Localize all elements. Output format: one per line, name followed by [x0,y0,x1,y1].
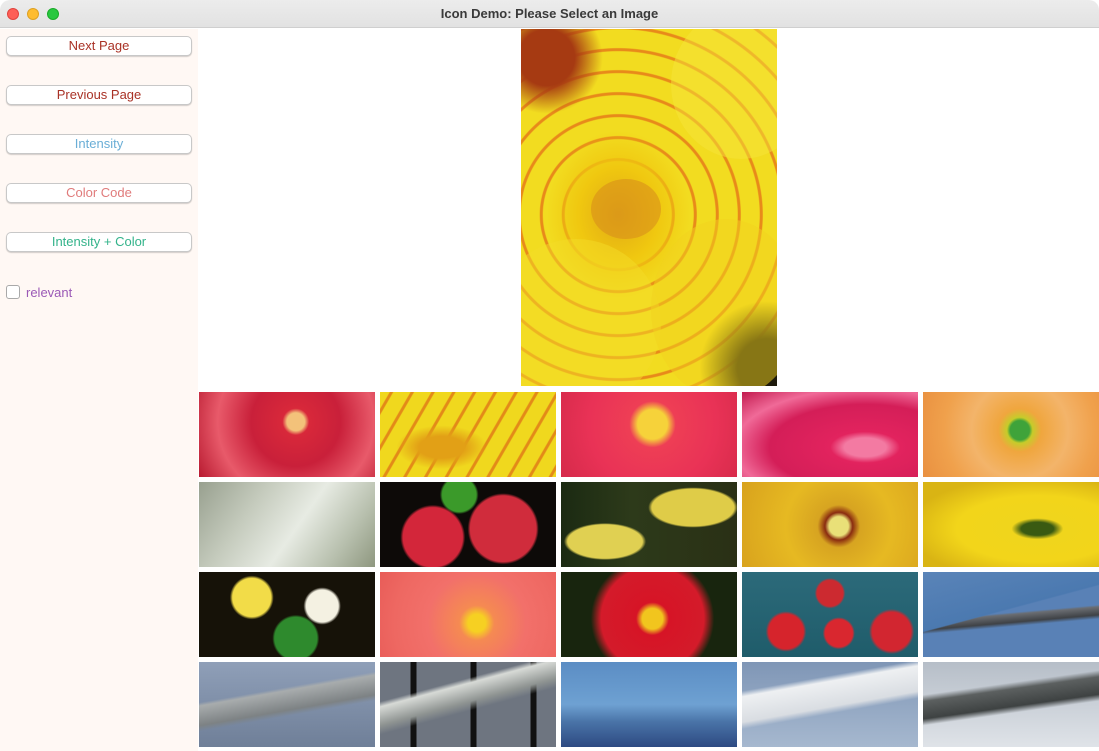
yellow-petals-image[interactable] [923,482,1099,567]
snowbird-plane-image[interactable] [742,662,918,747]
relevant-checkbox-row[interactable]: relevant [6,284,72,300]
window-title: Icon Demo: Please Select an Image [440,6,659,21]
jet-takeoff-image[interactable] [561,662,737,747]
white-flower-image[interactable] [199,482,375,567]
previous-page-button[interactable]: Previous Page [6,85,192,105]
yellow-canna-flower-image [521,29,777,386]
strawberries-image[interactable] [742,572,918,657]
yellow-white-flowers-image[interactable] [199,572,375,657]
sidebar: Next Page Previous Page Intensity Color … [0,29,198,751]
red-hibiscus-image[interactable] [199,392,375,477]
pink-flower-stamen-image[interactable] [561,392,737,477]
p51-mustang-image[interactable] [199,662,375,747]
yellow-flower-stamen-image[interactable] [742,482,918,567]
relevant-checkbox[interactable] [6,285,20,299]
spitfire-image[interactable] [923,662,1099,747]
radishes-image[interactable] [380,482,556,567]
p47-thunderbolt-image[interactable] [380,662,556,747]
thumbnail-grid [199,392,1099,751]
pink-petals-image[interactable] [742,392,918,477]
intensity-color-button[interactable]: Intensity + Color [6,232,192,252]
intensity-button[interactable]: Intensity [6,134,192,154]
jet-fighter-image[interactable] [923,572,1099,657]
yellow-buds-image[interactable] [561,482,737,567]
relevant-label: relevant [26,284,73,300]
red-primrose-image[interactable] [561,572,737,657]
next-page-button[interactable]: Next Page [6,36,192,56]
color-code-button[interactable]: Color Code [6,183,192,203]
window-titlebar: Icon Demo: Please Select an Image [0,0,1099,28]
orange-gerbera-image[interactable] [923,392,1099,477]
yellow-canna-image[interactable] [380,392,556,477]
coral-flower-image[interactable] [380,572,556,657]
